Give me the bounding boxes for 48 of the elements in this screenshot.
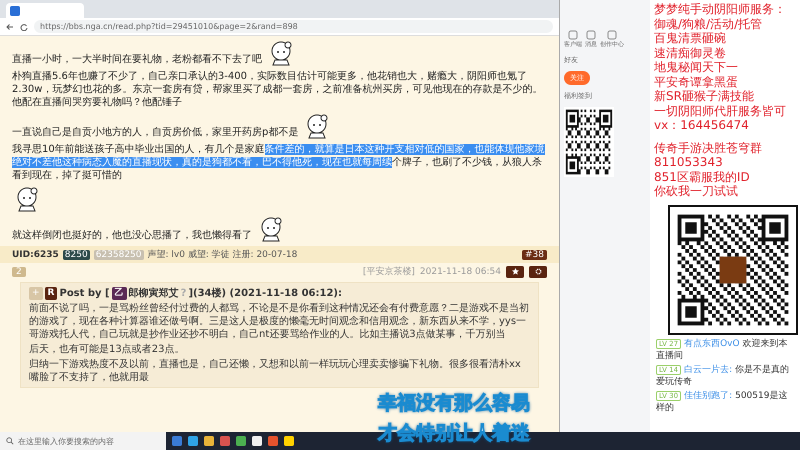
post-paragraph: 就这样倒闭也挺好的，他也没心思播了，我也懒得看了 xyxy=(12,229,252,242)
post-paragraph: 朴狗直播5.6年也赚了不少了，自己亲口承认的3-400，实际数目估计可能更多，他花销也大，赌瘾大，阴阳师也氪了2.30w，玩梦幻也花的多。东京一套房有贷，帮家里买了成都一套房，之前准备杭州买房，可见他现在的存款是不少的。他配在直播间哭穷要礼物吗？他配锤子 xyxy=(12,70,544,109)
taskbar-search-field[interactable]: 在这里输入你要搜索的内容 xyxy=(0,432,166,450)
quote-text: 后天，也有可能是13点或者23点。 xyxy=(29,343,186,356)
quote-label: Post by [ xyxy=(59,288,110,298)
uid-badge: 8250 xyxy=(62,250,90,260)
star-icon xyxy=(512,268,518,275)
address-bar[interactable]: https://bbs.nga.cn/read.php?tid=29451010&page=2&rand=898 xyxy=(34,20,553,33)
ad-text-line: 新SR砸猴子满技能 xyxy=(654,89,755,104)
square-icon xyxy=(586,30,596,40)
post-time: 2021-11-18 06:54 xyxy=(420,266,501,276)
forum-name: [平安京茶楼] xyxy=(362,266,415,278)
quote-text: 归纳一下游戏热度不及以前，直播也是，自己还懒，又想和以前一样玩玩心理卖卖惨骗下礼物。很多很看清朴xx嘴脸了不支持了，他就用最 xyxy=(29,358,522,384)
author-mark: ? xyxy=(180,288,186,298)
author-name[interactable]: 郎柳寅郑艾 xyxy=(128,286,179,300)
user-id: UID:6235 xyxy=(12,250,59,260)
floor-number: #38 xyxy=(522,250,547,260)
ad-text-line: 811053343 xyxy=(654,155,724,170)
settings-icon xyxy=(534,268,542,275)
quote-info: ](34楼) (2021-11-18 06:12): xyxy=(188,286,342,300)
reload-icon[interactable] xyxy=(20,22,28,30)
uid-badge: 62358250 xyxy=(94,250,144,260)
ad-text-line: 御魂/狗粮/活动/托管 xyxy=(654,16,764,31)
ad-text-line: 平安奇谭拿黑蛋 xyxy=(654,74,739,89)
user-meta: 声望: lv0 威望: 学徒 注册: 20-07-18 xyxy=(148,248,298,261)
search-icon xyxy=(6,437,14,445)
subtitle-text: 幸福没有那么容易 xyxy=(378,391,530,416)
post-paragraph: 一直说自己是自贡小地方的人，自贡房价低，家里开药房p都不是 xyxy=(12,126,298,139)
square-icon xyxy=(568,30,578,40)
ad-text-line: 851区霸服我的ID xyxy=(654,170,751,184)
ad-text-line: 你砍我一刀试试 xyxy=(654,184,739,198)
browser-tab[interactable] xyxy=(6,3,84,18)
ad-text-line: 百鬼清票砸碗 xyxy=(654,31,727,46)
back-icon[interactable] xyxy=(6,22,14,30)
ad-text-line: vx：164456474 xyxy=(654,118,750,132)
star-button[interactable] xyxy=(506,266,524,278)
qr-code-drawing xyxy=(564,107,614,177)
ad-text-line: 一切阴阳师代肝服务皆可 xyxy=(654,104,787,118)
ad-text-line: 梦梦纯手动阴阳师服务： xyxy=(654,2,787,16)
level-tag: 乙 xyxy=(112,286,127,300)
square-icon xyxy=(607,30,617,40)
ad-text-line: 地鬼秘闻天下一 xyxy=(654,60,739,74)
avatar-letter: R xyxy=(44,286,58,300)
ad-text-line: 传奇手游决胜苍穹群 xyxy=(654,140,763,155)
ad-text-line: 速清痴御灵卷 xyxy=(654,46,727,60)
post-paragraph: 直播一小时，一大半时间在要礼物，老粉都看不下去了吧 xyxy=(12,53,262,66)
quote-text: 前面不说了吗，一是骂粉丝曾经付过费的人都骂，不论是不是你看到这种情况还会有付费意愿？二是游戏不是当初的游戏了，现在各种计算器谁还做号啊。三是这人是极度的懒毫无时间观念和信用观念，新东西从来不学，yys一哥游戏托人代，自己玩就是抄作业还抄不明白，自己nt还要骂给作业的人。比如主播说3点做某事，千万别当 xyxy=(29,302,530,341)
settings-button[interactable] xyxy=(529,266,547,278)
